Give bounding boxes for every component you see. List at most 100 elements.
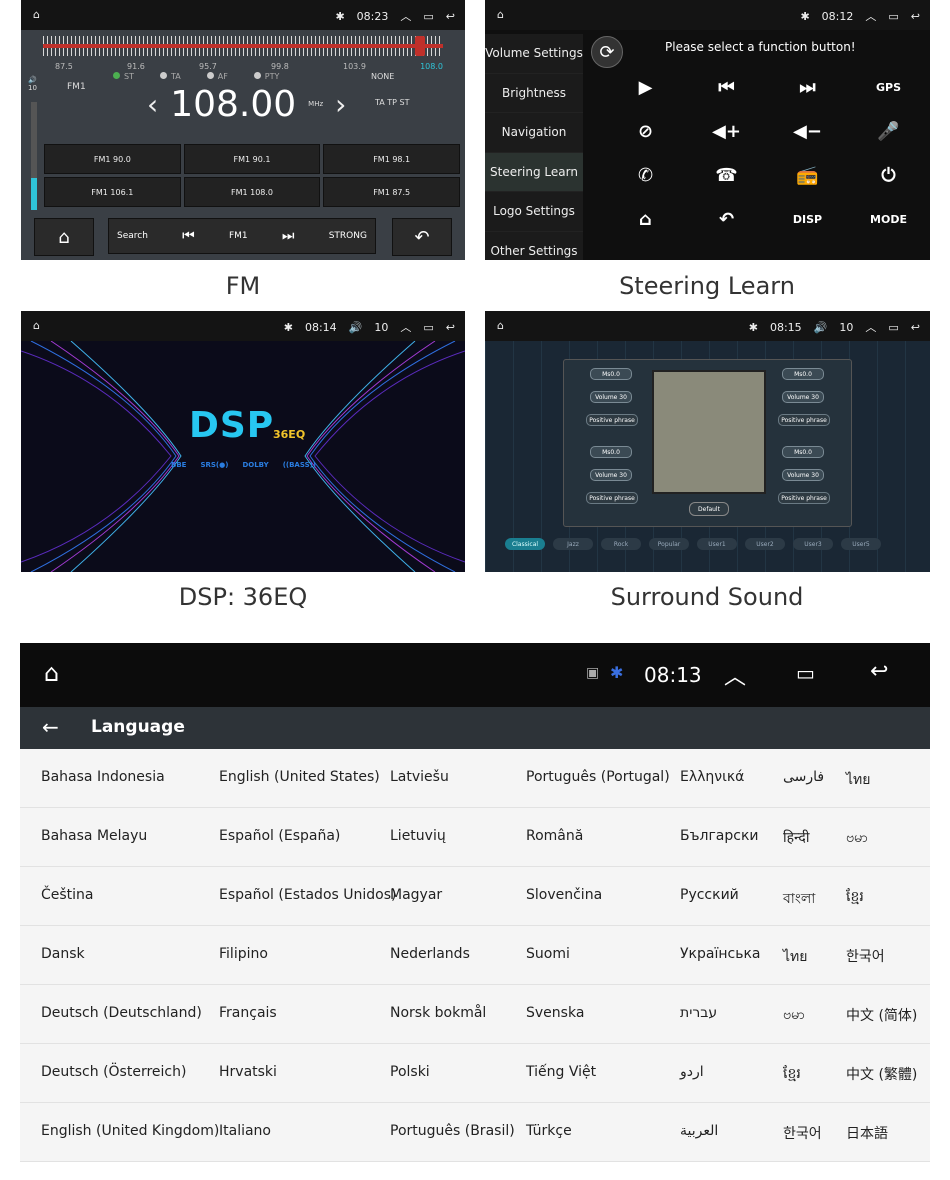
language-option[interactable]: Lietuvių (390, 828, 446, 844)
tuning-knob[interactable] (415, 36, 425, 56)
language-option[interactable]: Čeština (41, 887, 94, 903)
chevron-up-icon[interactable]: ︿ (724, 659, 746, 691)
menu-item-steering-learn[interactable]: Steering Learn (485, 152, 583, 192)
chevron-up-icon[interactable]: ︿ (400, 8, 411, 24)
preset-button[interactable]: FM1 98.1 (323, 144, 460, 174)
language-option[interactable]: Latviešu (390, 769, 449, 785)
default-button[interactable]: Default (689, 502, 729, 516)
language-option[interactable]: اردو (680, 1064, 704, 1080)
language-option[interactable]: Español (España) (219, 828, 340, 844)
language-option[interactable]: Italiano (219, 1123, 271, 1139)
phone-icon[interactable]: ✆ (605, 158, 686, 192)
menu-item-logo-settings[interactable]: Logo Settings (485, 192, 583, 232)
language-option[interactable]: Filipino (219, 946, 268, 962)
language-option[interactable]: Suomi (526, 946, 570, 962)
home-outline-icon[interactable]: ⌂ (33, 8, 40, 21)
refresh-icon[interactable]: ⟳ (591, 36, 623, 68)
hang-up-icon[interactable]: ☎ (686, 158, 767, 192)
preset-user2[interactable]: User2 (745, 538, 785, 550)
disp-button[interactable]: DISP (767, 202, 848, 236)
microphone-icon[interactable]: 🎤 (848, 114, 929, 148)
power-icon[interactable]: ⏻ (848, 158, 929, 192)
back-arrow-icon[interactable]: ↩ (446, 10, 455, 23)
back-icon[interactable]: ← (42, 715, 59, 739)
language-option[interactable]: English (United States) (219, 769, 380, 785)
next-station-icon[interactable]: ⏭ (282, 228, 295, 244)
recent-apps-icon[interactable]: ▭ (423, 10, 433, 23)
language-option[interactable]: Slovenčina (526, 887, 602, 903)
language-option[interactable]: Hrvatski (219, 1064, 277, 1080)
language-option[interactable]: Ελληνικά (680, 769, 744, 785)
language-option[interactable]: ไทย (846, 769, 870, 791)
language-option[interactable]: Português (Brasil) (390, 1123, 515, 1139)
home-icon[interactable]: ⌂ (605, 202, 686, 236)
language-option[interactable]: हिन्दी (783, 828, 809, 847)
language-option[interactable]: 日本語 (846, 1123, 888, 1143)
language-option[interactable]: Türkçe (526, 1123, 572, 1139)
language-option[interactable]: ខ្មែរ (846, 887, 864, 908)
tune-down-icon[interactable]: ‹ (147, 88, 158, 121)
phrase-toggle[interactable]: Positive phrase (586, 492, 638, 504)
language-option[interactable]: Español (Estados Unidos) (219, 887, 396, 903)
return-icon[interactable]: ↶ (392, 218, 452, 256)
language-option[interactable]: Magyar (390, 887, 442, 903)
back-arrow-icon[interactable]: ↩ (446, 321, 455, 334)
language-option[interactable]: ဗမာ (783, 1005, 805, 1026)
phrase-toggle[interactable]: Positive phrase (778, 414, 830, 426)
language-option[interactable]: 한국어 (846, 946, 885, 966)
language-option[interactable]: Français (219, 1005, 277, 1021)
volume-down-icon[interactable]: ◀− (767, 114, 848, 148)
chevron-up-icon[interactable]: ︿ (865, 319, 876, 335)
search-button[interactable]: Search (117, 231, 148, 241)
gps-button[interactable]: GPS (848, 70, 929, 104)
recent-apps-icon[interactable]: ▭ (888, 321, 898, 334)
home-outline-icon[interactable]: ⌂ (44, 659, 59, 687)
language-option[interactable]: فارسی (783, 769, 824, 785)
mute-icon[interactable]: ⊘ (605, 114, 686, 148)
back-arrow-icon[interactable]: ↩ (911, 10, 920, 23)
volume-up-icon[interactable]: ◀+ (686, 114, 767, 148)
language-option[interactable]: 中文 (简体) (846, 1005, 917, 1025)
language-option[interactable]: Русский (680, 887, 739, 903)
language-option[interactable]: Български (680, 828, 759, 844)
home-outline-icon[interactable]: ⌂ (33, 319, 40, 332)
back-arrow-icon[interactable]: ↩ (870, 659, 888, 684)
language-option[interactable]: Dansk (41, 946, 85, 962)
prev-station-icon[interactable]: ⏮ (182, 228, 195, 244)
car-seat-diagram[interactable] (652, 370, 766, 494)
home-icon[interactable]: ⌂ (34, 218, 94, 256)
phrase-toggle[interactable]: Positive phrase (586, 414, 638, 426)
language-option[interactable]: ខ្មែរ (783, 1064, 801, 1085)
preset-popular[interactable]: Popular (649, 538, 689, 550)
preset-button[interactable]: FM1 106.1 (44, 177, 181, 207)
preset-classical[interactable]: Classical (505, 538, 545, 550)
chevron-up-icon[interactable]: ︿ (865, 8, 876, 24)
recent-apps-icon[interactable]: ▭ (796, 661, 815, 685)
language-option[interactable]: ဗမာ (846, 828, 868, 849)
language-option[interactable]: Bahasa Indonesia (41, 769, 165, 785)
chevron-up-icon[interactable]: ︿ (400, 319, 411, 335)
preset-user1[interactable]: User1 (697, 538, 737, 550)
language-option[interactable]: Svenska (526, 1005, 584, 1021)
preset-button[interactable]: FM1 108.0 (183, 177, 321, 207)
menu-item-volume-settings[interactable]: Volume Settings (485, 34, 583, 74)
language-option[interactable]: Português (Portugal) (526, 769, 670, 785)
preset-user3[interactable]: User3 (793, 538, 833, 550)
play-icon[interactable]: ▶ (605, 70, 686, 104)
language-option[interactable]: עברית (680, 1005, 717, 1021)
menu-item-brightness[interactable]: Brightness (485, 73, 583, 113)
language-option[interactable]: Українська (680, 946, 760, 962)
menu-item-navigation[interactable]: Navigation (485, 113, 583, 153)
language-option[interactable]: English (United Kingdom) (41, 1123, 219, 1139)
next-track-icon[interactable]: ⏭ (767, 70, 848, 104)
back-icon[interactable]: ↶ (686, 202, 767, 236)
preset-jazz[interactable]: Jazz (553, 538, 593, 550)
language-option[interactable]: Norsk bokmål (390, 1005, 486, 1021)
language-option[interactable]: Tiếng Việt (526, 1064, 596, 1080)
frequency-scale[interactable] (43, 36, 443, 56)
preset-user5[interactable]: User5 (841, 538, 881, 550)
radio-icon[interactable]: 📻 (767, 158, 848, 192)
language-option[interactable]: Română (526, 828, 583, 844)
menu-item-other-settings[interactable]: Other Settings (485, 231, 583, 260)
language-option[interactable]: Deutsch (Österreich) (41, 1064, 186, 1080)
